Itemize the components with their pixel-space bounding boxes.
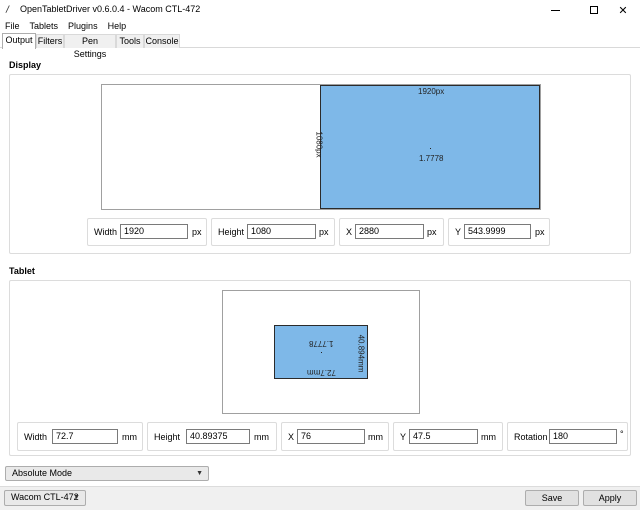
tablet-y-label: Y: [400, 432, 407, 442]
menu-tablets[interactable]: Tablets: [25, 20, 64, 33]
tablet-area-width-label: 72.7mm: [307, 368, 336, 377]
tablet-rotation-unit: °: [620, 429, 624, 439]
footer-bar: Wacom CTL-472 ▼ Save Apply: [0, 486, 640, 510]
menu-bar: File Tablets Plugins Help: [0, 20, 640, 33]
tab-console[interactable]: Console: [144, 34, 180, 48]
tablet-area-height-label: 40.894mm: [356, 334, 366, 373]
tablet-select-value: Wacom CTL-472: [11, 492, 79, 502]
save-button[interactable]: Save: [525, 490, 579, 506]
display-canvas: 1920px 1080px 1.7778: [101, 84, 541, 210]
tablet-rotation-field: Rotation 180 °: [507, 422, 628, 451]
tablet-area[interactable]: 72.7mm 40.894mm 1.7778: [274, 325, 368, 379]
display-x-input[interactable]: 2880: [355, 224, 424, 239]
display-height-field: Height 1080 px: [211, 218, 335, 246]
tablet-x-label: X: [288, 432, 295, 442]
window-title: OpenTabletDriver v0.6.0.4 - Wacom CTL-47…: [20, 4, 201, 14]
tab-pen-settings[interactable]: Pen Settings: [64, 34, 116, 59]
display-x-unit: px: [427, 227, 437, 237]
tab-output[interactable]: Output: [2, 33, 36, 49]
output-mode-value: Absolute Mode: [12, 468, 73, 478]
tablet-width-unit: mm: [122, 432, 137, 442]
close-button[interactable]: ✕: [606, 0, 640, 20]
tablet-section-title: Tablet: [9, 266, 35, 276]
chevron-down-icon: ▼: [73, 494, 80, 501]
tablet-rotation-input[interactable]: 180: [549, 429, 617, 444]
display-width-unit: px: [192, 227, 202, 237]
tablet-y-input[interactable]: 47.5: [409, 429, 478, 444]
tablet-x-field: X 76 mm: [281, 422, 389, 451]
tablet-height-unit: mm: [254, 432, 269, 442]
display-area-center-dot: [430, 148, 431, 149]
tablet-height-input[interactable]: 40.89375: [186, 429, 250, 444]
display-x-field: X 2880 px: [339, 218, 444, 246]
tablet-x-input[interactable]: 76: [297, 429, 365, 444]
display-width-field: Width 1920 px: [87, 218, 207, 246]
chevron-down-icon: ▼: [196, 470, 203, 477]
tab-tools[interactable]: Tools: [116, 34, 144, 48]
tablet-area-center-dot: [321, 352, 322, 353]
display-area-height-label: 1080px: [314, 131, 324, 158]
tablet-width-field: Width 72.7 mm: [17, 422, 143, 451]
minimize-icon: [550, 9, 560, 11]
display-width-input[interactable]: 1920: [120, 224, 188, 239]
menu-help[interactable]: Help: [103, 20, 132, 33]
minimize-button[interactable]: [538, 0, 572, 20]
tab-filters[interactable]: Filters: [36, 34, 64, 48]
display-y-label: Y: [455, 227, 462, 237]
tablet-select-dropdown[interactable]: Wacom CTL-472 ▼: [4, 490, 86, 506]
display-height-label: Height: [218, 227, 245, 237]
tablet-width-label: Width: [24, 432, 48, 442]
display-height-unit: px: [319, 227, 329, 237]
tablet-canvas: 72.7mm 40.894mm 1.7778: [222, 290, 420, 414]
apply-button[interactable]: Apply: [583, 490, 637, 506]
display-x-label: X: [346, 227, 353, 237]
display-y-unit: px: [535, 227, 545, 237]
display-area-aspect-label: 1.7778: [419, 154, 444, 163]
output-mode-dropdown[interactable]: Absolute Mode ▼: [5, 466, 209, 481]
display-area-width-label: 1920px: [418, 87, 445, 96]
tab-bar: Output Filters Pen Settings Tools Consol…: [0, 33, 640, 59]
tablet-y-unit: mm: [481, 432, 496, 442]
tablet-y-field: Y 47.5 mm: [393, 422, 503, 451]
tablet-height-label: Height: [154, 432, 181, 442]
tablet-area-aspect-label: 1.7778: [309, 339, 334, 348]
display-area[interactable]: 1920px 1080px 1.7778: [315, 85, 540, 209]
display-y-input[interactable]: 543.9999: [464, 224, 531, 239]
tablet-height-field: Height 40.89375 mm: [147, 422, 277, 451]
maximize-icon: [590, 6, 598, 14]
menu-plugins[interactable]: Plugins: [63, 20, 103, 33]
display-width-label: Width: [94, 227, 118, 237]
display-y-field: Y 543.9999 px: [448, 218, 550, 246]
app-icon: /: [5, 5, 11, 15]
tablet-width-input[interactable]: 72.7: [52, 429, 118, 444]
display-section-title: Display: [9, 60, 42, 70]
display-height-input[interactable]: 1080: [247, 224, 316, 239]
menu-file[interactable]: File: [0, 20, 25, 33]
close-icon: ✕: [618, 3, 628, 17]
tablet-rotation-label: Rotation: [514, 432, 548, 442]
tablet-x-unit: mm: [368, 432, 383, 442]
title-bar: / OpenTabletDriver v0.6.0.4 - Wacom CTL-…: [0, 0, 640, 20]
